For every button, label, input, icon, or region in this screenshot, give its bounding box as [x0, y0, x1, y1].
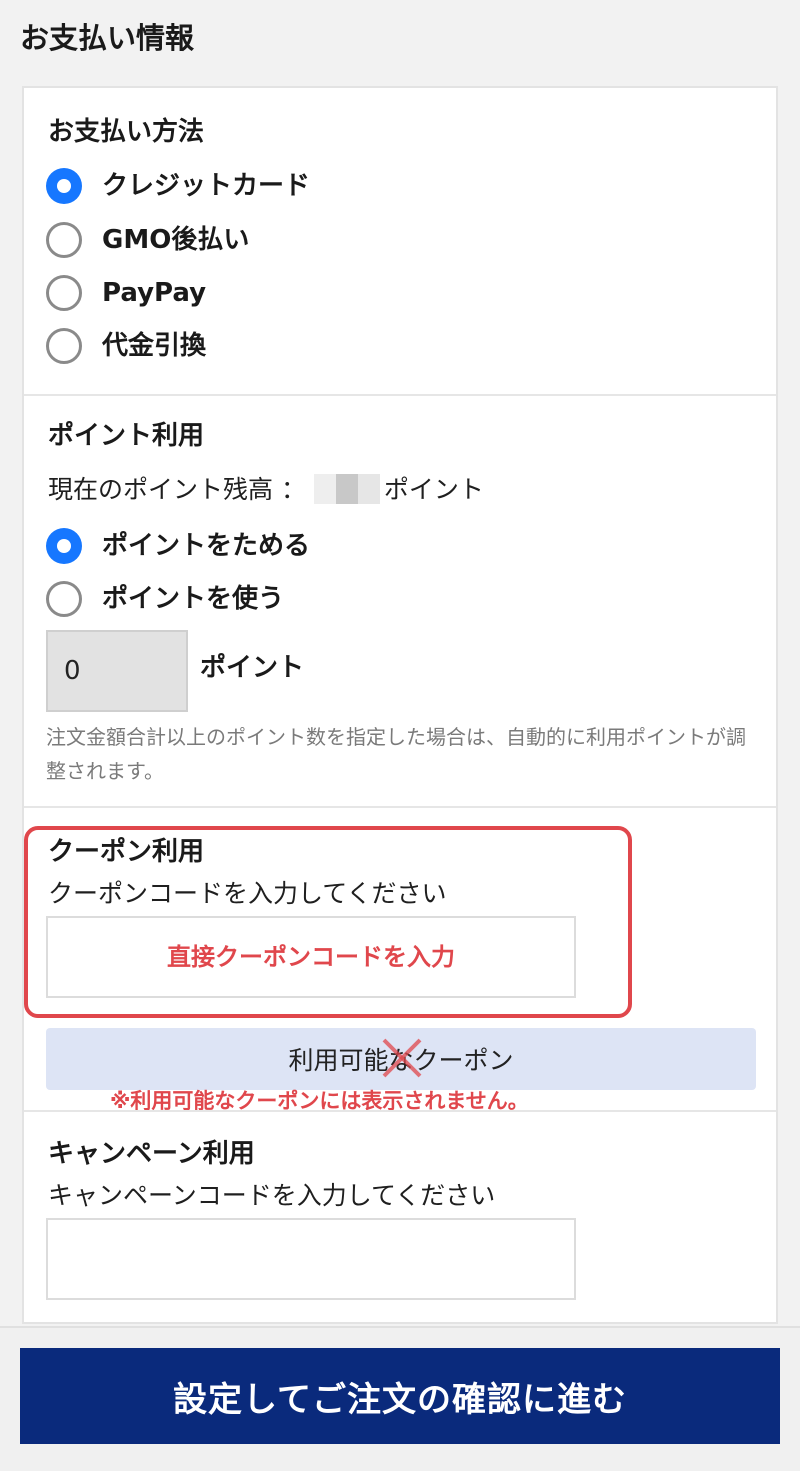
points-title: ポイント利用 — [48, 421, 205, 451]
radio-unchecked-icon[interactable] — [46, 328, 82, 364]
points-option-label: ポイントを使う — [102, 584, 285, 614]
points-amount-input[interactable] — [46, 630, 188, 712]
page-title: お支払い情報 — [20, 21, 195, 55]
payment-option-label: クレジットカード — [102, 171, 311, 201]
points-option-save[interactable]: ポイントをためる — [46, 526, 310, 566]
payment-option-label: 代金引換 — [102, 331, 207, 361]
points-option-label: ポイントをためる — [102, 531, 311, 561]
points-option-use[interactable]: ポイントを使う — [46, 579, 284, 619]
radio-checked-icon[interactable] — [46, 168, 82, 204]
payment-option-cod[interactable]: 代金引換 — [46, 326, 206, 366]
blurred-balance-value — [313, 474, 380, 504]
coupon-code-input[interactable] — [46, 916, 576, 998]
coupon-instruction: クーポンコードを入力してください — [48, 879, 447, 908]
payment-method-title: お支払い方法 — [48, 117, 205, 147]
points-note: 注文金額合計以上のポイント数を指定した場合は、自動的に利用ポイントが調整されます… — [46, 725, 746, 783]
payment-info-card: お支払い方法 クレジットカード GMO後払い PayPay 代金引換 ポイント利… — [22, 86, 778, 1324]
cross-mark-icon — [382, 1038, 422, 1078]
points-balance-unit: ポイント — [383, 475, 484, 504]
payment-option-gmo[interactable]: GMO後払い — [46, 220, 249, 260]
radio-unchecked-icon[interactable] — [46, 275, 82, 311]
section-divider — [24, 1110, 776, 1112]
radio-unchecked-icon[interactable] — [46, 581, 82, 617]
footer-bar: 設定してご注文の確認に進む — [0, 1326, 800, 1471]
radio-checked-icon[interactable] — [46, 528, 82, 564]
payment-option-paypay[interactable]: PayPay — [46, 273, 206, 313]
campaign-title: キャンペーン利用 — [48, 1139, 255, 1169]
points-input-unit: ポイント — [200, 653, 305, 683]
section-divider — [24, 806, 776, 808]
available-coupons-button[interactable]: 利用可能なクーポン — [46, 1028, 756, 1090]
payment-option-label: PayPay — [102, 278, 207, 308]
campaign-instruction: キャンペーンコードを入力してください — [48, 1181, 496, 1210]
payment-option-label: GMO後払い — [102, 225, 250, 255]
payment-option-credit-card[interactable]: クレジットカード — [46, 166, 310, 206]
radio-unchecked-icon[interactable] — [46, 222, 82, 258]
coupon-title: クーポン利用 — [48, 837, 205, 867]
campaign-code-input[interactable] — [46, 1218, 576, 1300]
points-balance-label: 現在のポイント残高 ： — [48, 475, 306, 504]
points-section: ポイント利用 現在のポイント残高 ： ポイント ポイントをためる ポイントを使う… — [24, 396, 776, 806]
proceed-to-confirm-button[interactable]: 設定してご注文の確認に進む — [20, 1348, 780, 1444]
points-balance: 現在のポイント残高 ： ポイント — [48, 472, 484, 508]
